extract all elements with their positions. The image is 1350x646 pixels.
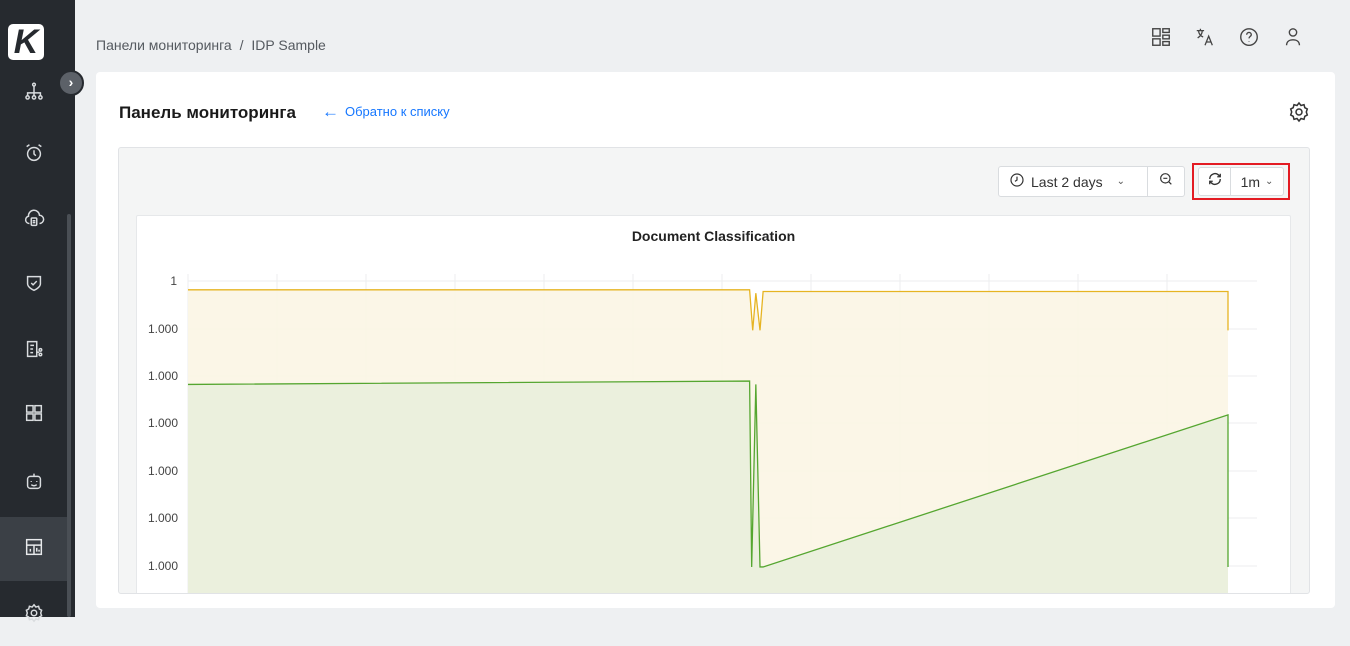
time-range-label: Last 2 days [1031,173,1103,190]
breadcrumb-separator: / [239,37,244,53]
logo-letter: K [13,23,39,61]
app-logo[interactable]: K [8,24,44,60]
refresh-interval-label: 1m [1240,173,1261,190]
sidebar-item-modules[interactable] [0,384,67,446]
chevron-right-icon: › [68,74,74,90]
y-tick-label: 1.000 [148,511,178,525]
y-tick-label: 1.000 [148,322,178,336]
dashboard-panel: Last 2 days ⌄ 1m ⌄ Document Classificati… [118,147,1310,594]
top-icons [1148,26,1306,52]
chart-canvas[interactable]: 1 1.000 1.000 1.000 1.000 1.000 1.000 [137,216,1292,594]
sidebar-item-robots[interactable] [0,452,67,514]
breadcrumb-root[interactable]: Панели мониторинга [96,37,232,53]
hierarchy-icon [23,80,45,107]
time-controls: Last 2 days ⌄ [998,166,1185,197]
chevron-down-icon: ⌄ [1265,176,1274,187]
gear-icon [23,602,45,629]
sidebar-item-dashboards[interactable] [0,517,67,581]
y-tick-label: 1.000 [148,464,178,478]
clock-icon [1009,172,1025,191]
cloud-icon [23,207,45,234]
zoom-out-button[interactable] [1148,167,1184,196]
refresh-interval-picker[interactable]: 1m ⌄ [1231,168,1283,195]
help-button[interactable] [1236,26,1262,52]
gear-icon [1287,101,1311,128]
time-range-picker[interactable]: Last 2 days ⌄ [999,167,1148,196]
top-bar: Панели мониторинга / IDP Sample [75,0,1350,70]
robot-icon [23,470,45,497]
user-icon [1282,26,1304,53]
y-tick-label: 1.000 [148,559,178,573]
refresh-icon [1206,170,1224,193]
dashboard-card: Панель мониторинга ← Обратно к списку La… [96,72,1335,608]
y-tick-label: 1.000 [148,369,178,383]
language-button[interactable] [1192,26,1218,52]
back-link-label: Обратно к списку [345,104,450,119]
dashboard-settings-button[interactable] [1287,100,1311,124]
apps-icon [1150,26,1172,53]
sidebar-item-schedule[interactable] [0,124,67,186]
shield-check-icon [23,272,45,299]
sidebar-item-security[interactable] [0,254,67,316]
alarm-clock-icon [23,142,45,169]
page-title: Панель мониторинга [119,103,296,122]
y-tick-label: 1.000 [148,416,178,430]
sidebar: K › [0,0,84,622]
zoom-out-icon [1158,171,1174,192]
breadcrumb-current: IDP Sample [251,37,326,53]
grid-icon [23,402,45,429]
back-to-list-link[interactable]: ← Обратно к списку [322,101,450,121]
sidebar-item-settings[interactable] [0,584,67,646]
sidebar-item-processes[interactable] [0,62,67,124]
refresh-button[interactable] [1199,168,1231,195]
document-flow-icon [23,338,45,365]
chevron-down-icon: ⌄ [1116,176,1125,187]
sidebar-scrollbar[interactable] [67,214,71,617]
chart-panel: Document Classification 1 1.000 1.000 1.000… [136,215,1292,594]
user-button[interactable] [1280,26,1306,52]
refresh-highlight: 1m ⌄ [1192,163,1290,200]
sidebar-item-documents[interactable] [0,320,67,382]
breadcrumb: Панели мониторинга / IDP Sample [96,37,330,53]
sidebar-item-cloud[interactable] [0,189,67,251]
apps-button[interactable] [1148,26,1174,52]
arrow-left-icon: ← [322,101,339,121]
translate-icon [1194,26,1216,53]
refresh-controls: 1m ⌄ [1198,167,1284,196]
dashboard-icon [23,536,45,563]
y-tick-label: 1 [170,274,177,288]
help-icon [1238,26,1260,53]
sidebar-expand-button[interactable]: › [58,70,84,96]
